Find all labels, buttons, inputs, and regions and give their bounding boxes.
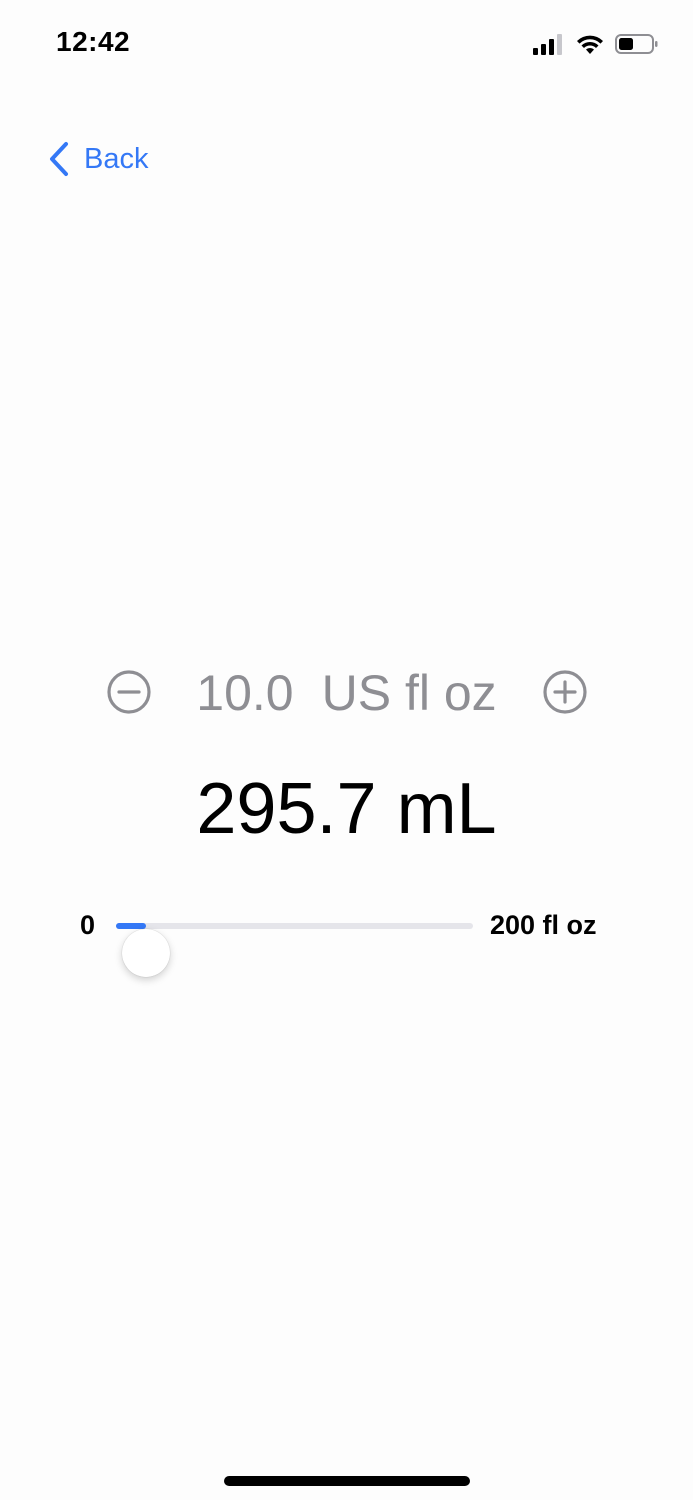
- volume-slider-row: 0 200 fl oz: [0, 896, 693, 977]
- battery-icon: [615, 34, 658, 54]
- status-time: 12:42: [56, 26, 131, 57]
- slider-min-label: 0: [80, 910, 96, 940]
- status-bar: 12:42: [0, 0, 693, 90]
- stepper-value-display: 10.0 US fl oz: [0, 664, 693, 722]
- back-label: Back: [84, 142, 149, 175]
- slider-max-label: 200 fl oz: [490, 910, 597, 940]
- converted-value: 295.7 mL: [196, 769, 497, 849]
- wifi-icon: [577, 35, 603, 54]
- cellular-signal-icon: [533, 34, 562, 55]
- back-button[interactable]: Back: [48, 138, 148, 180]
- quantity-stepper: 10.0 US fl oz: [0, 660, 693, 724]
- decrement-button[interactable]: [105, 668, 153, 716]
- slider-thumb[interactable]: [121, 929, 170, 977]
- stepper-value: 10.0: [196, 665, 294, 721]
- chevron-left-icon: [50, 142, 68, 176]
- plus-circle-icon: [543, 670, 587, 714]
- home-indicator: [224, 1476, 470, 1486]
- status-icons: [533, 30, 659, 58]
- slider-track[interactable]: [116, 923, 473, 977]
- stepper-unit: US fl oz: [321, 665, 497, 721]
- minus-circle-icon: [107, 670, 151, 714]
- slider-fill: [116, 923, 146, 929]
- increment-button[interactable]: [541, 668, 589, 716]
